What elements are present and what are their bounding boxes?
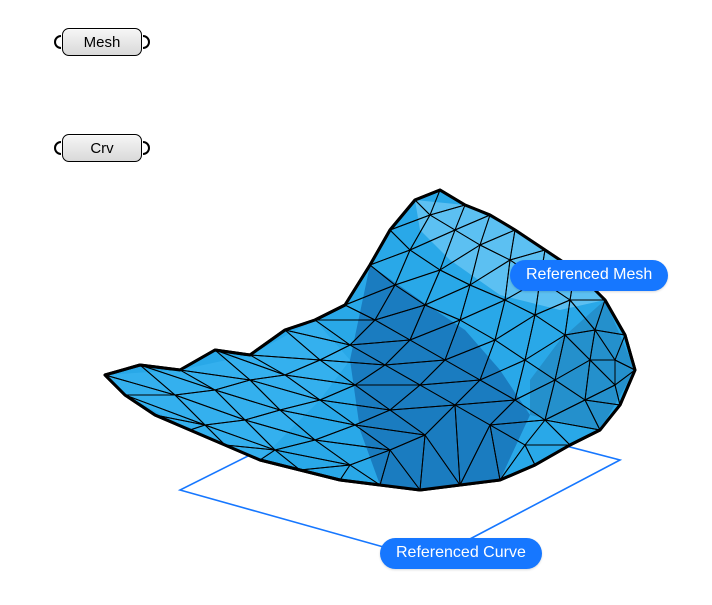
grip-right-icon[interactable] bbox=[142, 35, 152, 49]
referenced-mesh bbox=[105, 190, 635, 490]
label-referenced-mesh: Referenced Mesh bbox=[510, 260, 668, 291]
param-curve[interactable]: Crv bbox=[52, 134, 152, 162]
grip-right-icon[interactable] bbox=[142, 141, 152, 155]
grip-left-icon[interactable] bbox=[52, 141, 62, 155]
grip-left-icon[interactable] bbox=[52, 35, 62, 49]
param-mesh[interactable]: Mesh bbox=[52, 28, 152, 56]
viewport-3d[interactable] bbox=[60, 160, 680, 580]
label-referenced-curve: Referenced Curve bbox=[380, 538, 542, 569]
param-mesh-label: Mesh bbox=[62, 28, 142, 56]
param-curve-label: Crv bbox=[62, 134, 142, 162]
canvas: Mesh Crv bbox=[0, 0, 712, 605]
